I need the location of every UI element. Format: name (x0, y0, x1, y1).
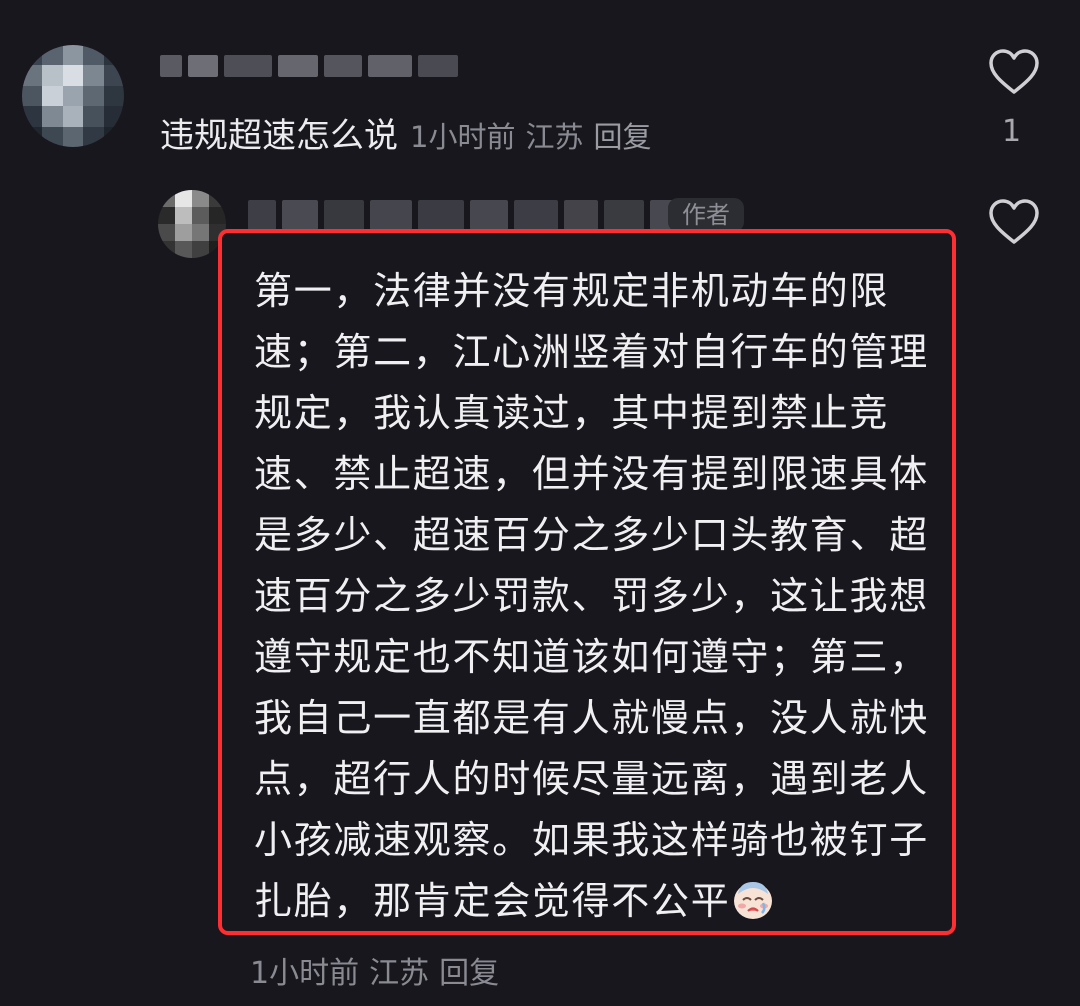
commenter-name-blurred[interactable] (160, 55, 458, 77)
crying-face-emoji-icon (734, 882, 773, 919)
reply-body: 第一，法律并没有规定非机动车的限速；第二，江心洲竖着对自行车的管理规定，我认真读… (254, 261, 944, 932)
author-name-blurred[interactable] (248, 200, 686, 230)
reply-location: 江苏 (369, 956, 430, 991)
highlighted-reply-box: 第一，法律并没有规定非机动车的限速；第二，江心洲竖着对自行车的管理规定，我认真读… (218, 229, 956, 935)
comment-location: 江苏 (525, 120, 584, 154)
comment-meta: 1小时前 江苏 回复 (410, 120, 651, 154)
commenter-avatar[interactable] (22, 45, 124, 147)
author-avatar[interactable] (158, 190, 226, 258)
reply-text: 第一，法律并没有规定非机动车的限速；第二，江心洲竖着对自行车的管理规定，我认真读… (254, 269, 929, 923)
comment-body: 违规超速怎么说 1小时前 江苏 回复 (160, 108, 651, 157)
like-count: 1 (1002, 114, 1022, 149)
reply-like-heart-icon[interactable] (988, 198, 1040, 246)
like-heart-icon[interactable] (988, 48, 1040, 96)
author-badge: 作者 (668, 198, 744, 232)
reply-reply-button[interactable]: 回复 (439, 956, 499, 991)
reply-meta: 1小时前 江苏 回复 (250, 948, 499, 992)
comment-reply-button[interactable]: 回复 (593, 120, 651, 154)
reply-time: 1小时前 (250, 956, 360, 991)
comment-time: 1小时前 (410, 120, 516, 154)
comment-text: 违规超速怎么说 (160, 116, 398, 156)
